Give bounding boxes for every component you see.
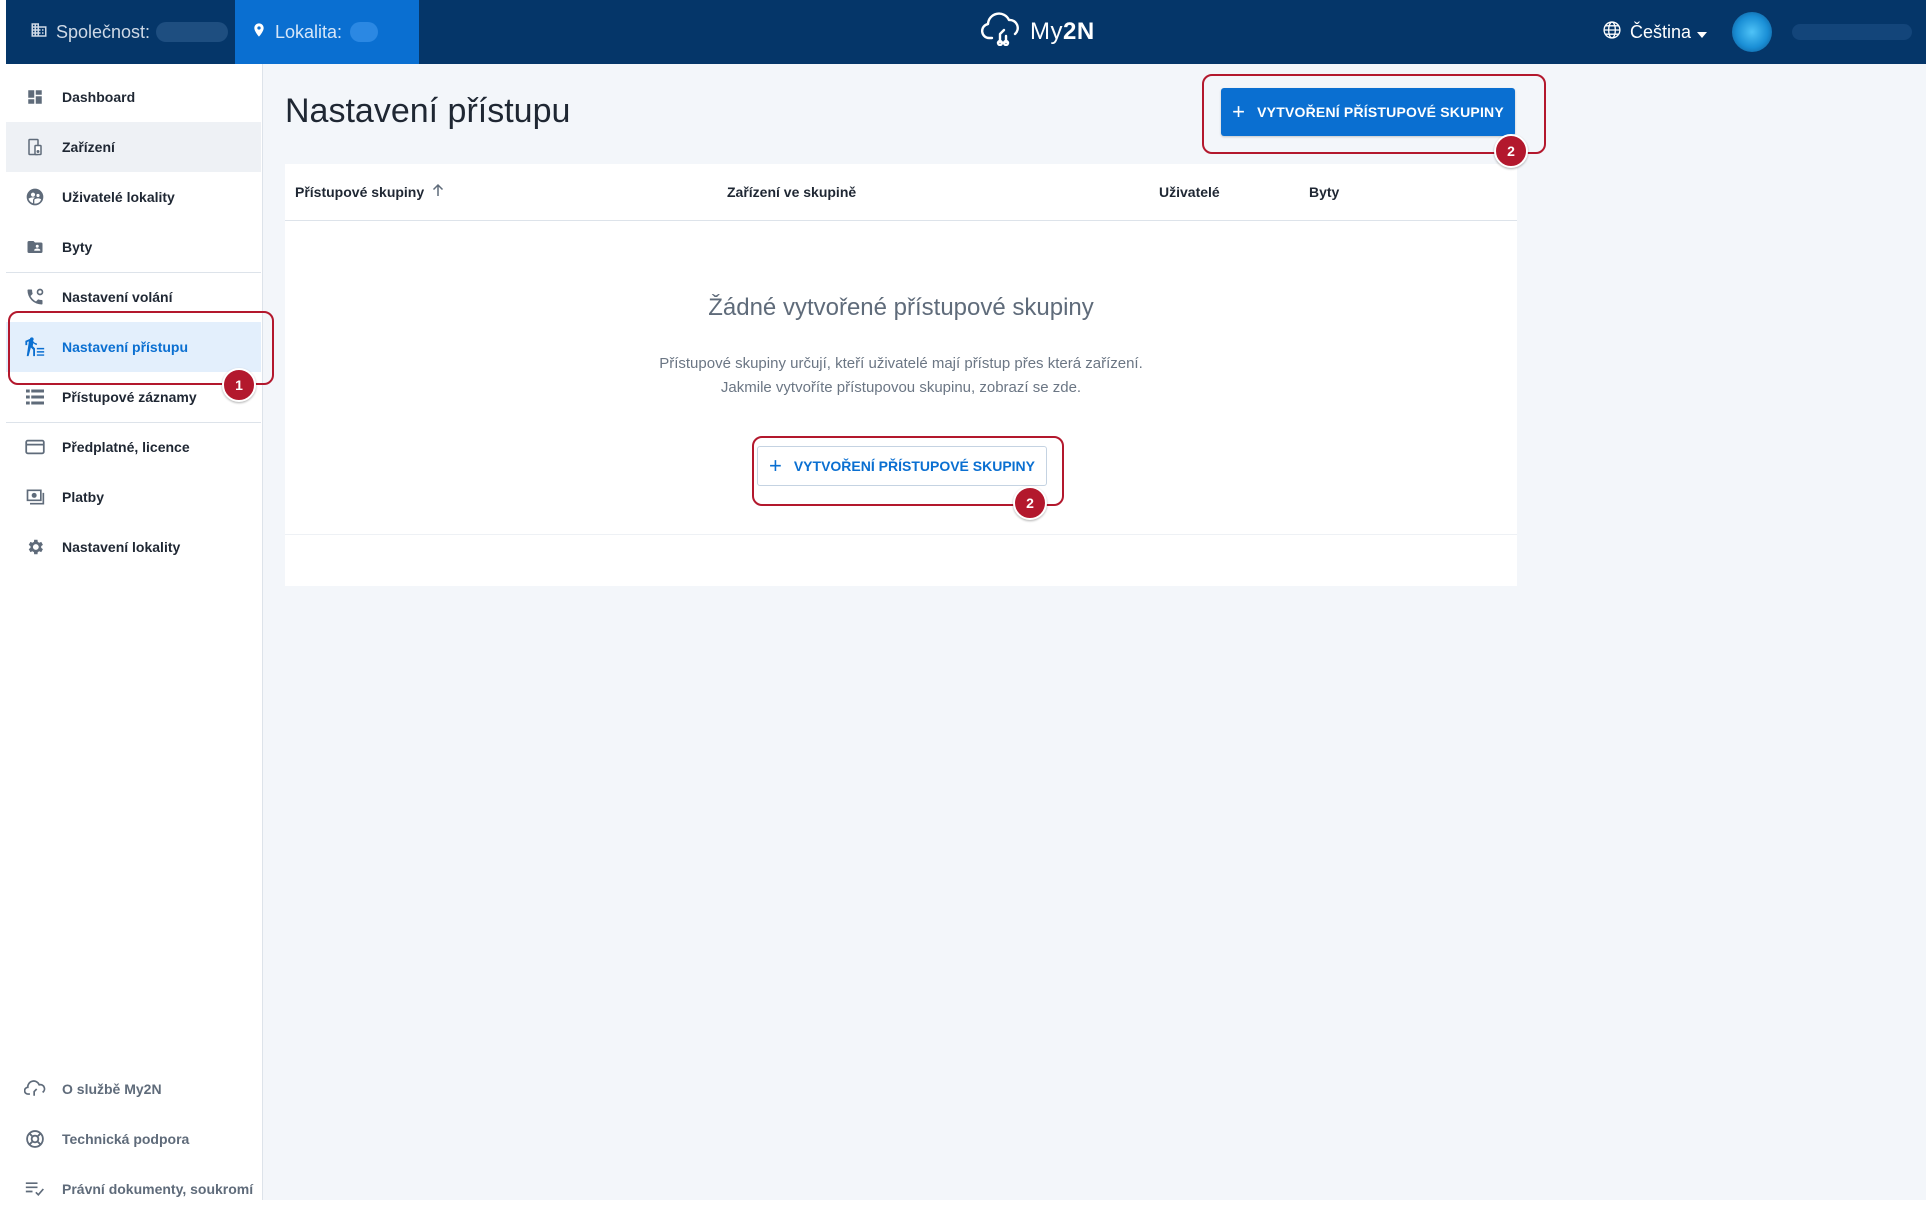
building-icon bbox=[30, 21, 48, 44]
sidebar-item-subscription[interactable]: Předplatné, licence bbox=[6, 422, 261, 472]
logo-text: My2N bbox=[1030, 18, 1095, 45]
page-title: Nastavení přístupu bbox=[285, 92, 571, 130]
callout-badge-1: 1 bbox=[222, 368, 256, 402]
access-groups-card: Přístupové skupiny Zařízení ve skupině U… bbox=[285, 164, 1517, 586]
sidebar-item-label: Právní dokumenty, soukromí bbox=[62, 1181, 254, 1197]
sidebar-item-label: Dashboard bbox=[62, 89, 136, 105]
empty-state-line-1: Přístupové skupiny určují, kteří uživate… bbox=[659, 355, 1143, 372]
empty-create-access-group-label: VYTVOŘENÍ PŘÍSTUPOVÉ SKUPINY bbox=[793, 458, 1036, 474]
sidebar-item-label: Zařízení bbox=[62, 139, 115, 155]
my2n-logo[interactable]: My2N bbox=[980, 11, 1095, 53]
support-icon bbox=[24, 1128, 46, 1150]
sidebar-item-label: O službě My2N bbox=[62, 1081, 162, 1097]
main-content: Nastavení přístupu + VYTVOŘENÍ PŘÍSTUPOV… bbox=[263, 64, 1926, 1200]
sidebar-item-about-my2n[interactable]: O službě My2N bbox=[6, 1064, 261, 1114]
device-icon bbox=[24, 136, 46, 158]
card-icon bbox=[24, 436, 46, 458]
sidebar-item-label: Platby bbox=[62, 489, 105, 505]
location-label: Lokalita: bbox=[275, 21, 343, 42]
company-selector[interactable]: Společnost: bbox=[6, 0, 235, 64]
sidebar-item-location-users[interactable]: Uživatelé lokality bbox=[6, 172, 261, 222]
cloud-logo-icon bbox=[980, 11, 1024, 53]
table-header: Přístupové skupiny Zařízení ve skupině U… bbox=[285, 164, 1517, 221]
sidebar-item-label: Nastavení lokality bbox=[62, 539, 181, 555]
column-users[interactable]: Uživatelé bbox=[1159, 164, 1220, 220]
column-access-groups[interactable]: Přístupové skupiny bbox=[295, 164, 444, 220]
sidebar: Dashboard Zařízení Uživatelé lokality By… bbox=[6, 64, 263, 1200]
language-selector[interactable]: Čeština bbox=[1602, 0, 1708, 64]
empty-state-description: Přístupové skupiny určují, kteří uživate… bbox=[285, 352, 1517, 400]
access-log-icon bbox=[24, 386, 46, 408]
sidebar-item-apartments[interactable]: Byty bbox=[6, 222, 261, 272]
payments-icon bbox=[24, 486, 46, 508]
sidebar-item-label: Předplatné, licence bbox=[62, 439, 190, 455]
dashboard-icon bbox=[24, 86, 46, 108]
sidebar-item-label: Přístupové záznamy bbox=[62, 389, 197, 405]
sidebar-item-access-settings[interactable]: Nastavení přístupu bbox=[6, 322, 261, 372]
sidebar-item-legal[interactable]: Právní dokumenty, soukromí bbox=[6, 1164, 261, 1214]
call-settings-icon bbox=[24, 286, 46, 308]
users-icon bbox=[24, 186, 46, 208]
location-name-redacted bbox=[350, 22, 379, 42]
column-devices-in-group[interactable]: Zařízení ve skupině bbox=[727, 164, 856, 220]
column-apartments[interactable]: Byty bbox=[1309, 164, 1339, 220]
sidebar-item-location-settings[interactable]: Nastavení lokality bbox=[6, 522, 261, 572]
list-check-icon bbox=[24, 1178, 46, 1200]
sidebar-item-label: Nastavení přístupu bbox=[62, 339, 189, 355]
user-menu[interactable] bbox=[1720, 0, 1926, 64]
company-name-redacted bbox=[156, 22, 229, 42]
sidebar-item-label: Technická podpora bbox=[62, 1131, 190, 1147]
sidebar-item-call-settings[interactable]: Nastavení volání bbox=[6, 272, 261, 322]
globe-icon bbox=[1602, 20, 1622, 45]
card-divider bbox=[285, 534, 1517, 535]
location-pin-icon bbox=[251, 21, 267, 44]
sidebar-item-label: Nastavení volání bbox=[62, 289, 173, 305]
gear-icon bbox=[24, 536, 46, 558]
sidebar-item-devices[interactable]: Zařízení bbox=[6, 122, 261, 172]
create-access-group-label: VYTVOŘENÍ PŘÍSTUPOVÉ SKUPINY bbox=[1257, 104, 1504, 120]
sidebar-item-payments[interactable]: Platby bbox=[6, 472, 261, 522]
user-name-redacted bbox=[1792, 24, 1912, 40]
sidebar-item-label: Byty bbox=[62, 239, 93, 255]
empty-state-title: Žádné vytvořené přístupové skupiny bbox=[708, 294, 1094, 321]
callout-badge-2-top: 2 bbox=[1494, 134, 1528, 168]
avatar bbox=[1732, 12, 1772, 52]
empty-create-access-group-button[interactable]: + VYTVOŘENÍ PŘÍSTUPOVÉ SKUPINY bbox=[757, 446, 1047, 486]
plus-icon: + bbox=[1232, 99, 1246, 124]
sidebar-item-support[interactable]: Technická podpora bbox=[6, 1114, 261, 1164]
apartment-icon bbox=[24, 236, 46, 258]
top-header: Společnost: Lokalita: My2N Čeština bbox=[6, 0, 1926, 64]
caret-down-icon bbox=[1697, 22, 1708, 43]
sidebar-item-label: Uživatelé lokality bbox=[62, 189, 175, 205]
company-label: Společnost: bbox=[56, 21, 151, 42]
location-selector[interactable]: Lokalita: bbox=[235, 0, 419, 64]
callout-badge-2-center: 2 bbox=[1013, 486, 1047, 520]
language-label: Čeština bbox=[1630, 21, 1692, 42]
empty-state-line-2: Jakmile vytvoříte přístupovou skupinu, z… bbox=[720, 379, 1082, 396]
cloud-icon bbox=[24, 1078, 46, 1100]
plus-icon: + bbox=[768, 453, 782, 478]
access-icon bbox=[24, 336, 46, 358]
sidebar-item-dashboard[interactable]: Dashboard bbox=[6, 72, 261, 122]
sort-ascending-icon[interactable] bbox=[432, 183, 444, 201]
create-access-group-button[interactable]: + VYTVOŘENÍ PŘÍSTUPOVÉ SKUPINY bbox=[1221, 88, 1515, 136]
